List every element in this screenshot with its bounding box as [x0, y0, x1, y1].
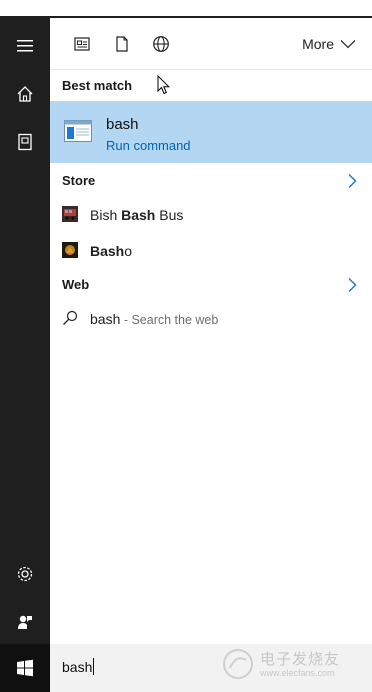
web-header[interactable]: Web — [62, 277, 89, 292]
run-command-icon — [64, 120, 92, 142]
best-match-subtitle: Run command — [106, 138, 191, 153]
search-input[interactable]: bash — [62, 658, 95, 675]
apps-filter-button[interactable] — [70, 32, 94, 56]
store-item[interactable]: Basho — [50, 234, 372, 268]
web-search-item[interactable]: bash - Search the web — [50, 302, 372, 336]
best-match-result[interactable]: bash Run command — [50, 101, 372, 163]
feedback-button[interactable] — [0, 598, 50, 646]
store-header[interactable]: Store — [62, 173, 95, 188]
store-item-label: Basho — [90, 243, 133, 259]
settings-icon — [17, 566, 33, 582]
sidebar — [0, 18, 50, 692]
web-filter-icon — [153, 36, 169, 52]
watermark-title: 电子发烧友 — [260, 651, 341, 668]
notebook-icon — [18, 133, 32, 151]
chevron-right-icon[interactable] — [346, 173, 358, 189]
settings-button[interactable] — [0, 550, 50, 598]
apps-filter-icon — [74, 37, 90, 51]
windows-start-icon — [17, 659, 33, 677]
feedback-icon — [18, 615, 32, 629]
start-button[interactable] — [0, 644, 50, 692]
mouse-pointer-icon — [157, 75, 171, 95]
home-icon — [17, 86, 33, 102]
store-item-label: Bish Bash Bus — [90, 207, 184, 223]
web-search-label: bash - Search the web — [90, 311, 219, 327]
notebook-button[interactable] — [0, 118, 50, 166]
basho-app-icon — [62, 242, 78, 258]
search-icon — [63, 310, 78, 325]
hamburger-icon — [17, 40, 33, 52]
watermark: 电子发烧友 www.elecfans.com — [222, 644, 362, 684]
bish-bash-bus-app-icon — [62, 206, 78, 222]
chevron-right-icon[interactable] — [346, 277, 358, 293]
best-match-header: Best match — [62, 78, 133, 93]
more-filters-button[interactable]: More — [302, 36, 356, 52]
hamburger-menu-button[interactable] — [0, 22, 50, 70]
home-button[interactable] — [0, 70, 50, 118]
text-caret — [93, 658, 95, 675]
chevron-down-icon — [340, 40, 356, 49]
watermark-logo-icon — [223, 649, 253, 679]
documents-filter-icon — [116, 36, 128, 52]
web-filter-button[interactable] — [149, 32, 173, 56]
filter-toolbar: More — [50, 18, 372, 70]
search-results-panel: More Best match bash Run command Store B… — [50, 18, 372, 692]
watermark-url: www.elecfans.com — [260, 668, 335, 678]
more-label: More — [302, 36, 334, 52]
documents-filter-button[interactable] — [110, 32, 134, 56]
best-match-title: bash — [106, 116, 139, 133]
store-item[interactable]: Bish Bash Bus — [50, 198, 372, 232]
